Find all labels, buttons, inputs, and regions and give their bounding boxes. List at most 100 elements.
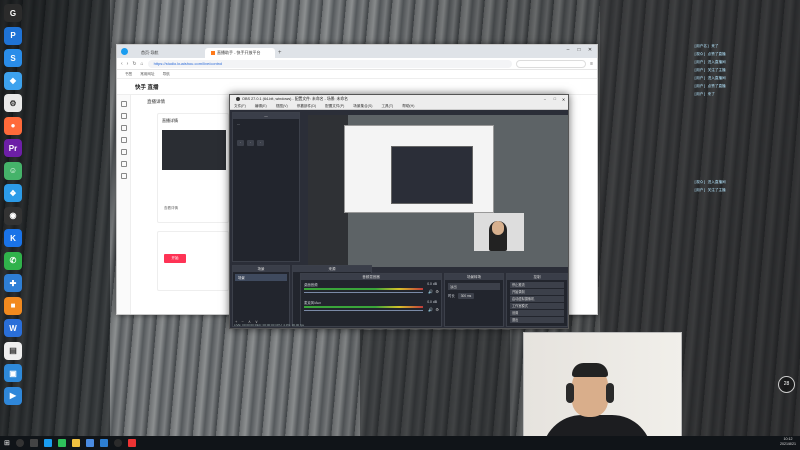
desktop-app-icon[interactable]: ✆ [4, 251, 22, 270]
page-sidebar [117, 95, 131, 314]
desktop-app-icon[interactable]: Pr [4, 139, 22, 157]
transition-select[interactable]: 淡出 [448, 283, 500, 290]
taskview-icon[interactable] [29, 439, 38, 447]
sidebar-home-icon[interactable] [120, 101, 127, 107]
desktop-app-icon[interactable]: ▣ [4, 364, 22, 382]
card-link[interactable]: 查看详情 [164, 206, 178, 211]
nested-obs-window [391, 146, 473, 204]
scene-item[interactable]: 场景 [235, 274, 287, 281]
obs-menubar: 文件(F) 编辑(E) 视图(V) 停靠部件(D) 配置文件(P) 场景集合(S… [230, 103, 568, 110]
desktop-app-icon[interactable]: P [4, 26, 22, 45]
tab-favicon-icon [211, 51, 215, 55]
obs-preview-canvas[interactable] [308, 115, 568, 267]
menu-view[interactable]: 视图(V) [276, 104, 288, 109]
desktop-app-icon[interactable]: ▤ [4, 341, 22, 360]
desktop-app-icon[interactable]: ❖ [4, 184, 22, 202]
obs-taskbar-icon[interactable] [113, 439, 122, 447]
preview-rock-shadow [308, 115, 348, 267]
menu-tools[interactable]: 工具(T) [381, 104, 393, 109]
dock-button[interactable]: · [257, 140, 265, 146]
desktop-app-icon[interactable]: ⚙ [4, 94, 22, 112]
browser-tab-active[interactable]: 直播助手 - 快手开放平台 [205, 48, 275, 58]
mute-icon[interactable]: 🔊 [428, 307, 433, 312]
menu-profile[interactable]: 配置文件(P) [325, 104, 344, 109]
bookmark-item[interactable]: 书签 [125, 72, 132, 77]
transitions-panel: 场景转场 淡出 时长 300 ms [444, 273, 504, 327]
duration-input[interactable]: 300 ms [457, 293, 475, 299]
track-name: 桌面音频 [304, 283, 318, 287]
track-settings-icon[interactable]: ⚙ [435, 307, 439, 312]
obs-control-button[interactable]: 停止推流 [510, 282, 564, 288]
sidebar-settings-icon[interactable] [120, 173, 127, 179]
folder-taskbar-icon[interactable] [71, 439, 80, 447]
headphones-icon [566, 383, 574, 403]
system-tray-clock[interactable]: 10:12 2021/8/21 [780, 437, 796, 447]
obs-control-button[interactable]: 启动虚拟摄像机 [510, 296, 564, 302]
obs-control-button[interactable]: 开始录制 [510, 289, 564, 295]
sidebar-video-icon[interactable] [120, 125, 127, 131]
sidebar-data-icon[interactable] [120, 137, 127, 143]
dock-button[interactable]: · [237, 140, 245, 146]
menu-scene-collection[interactable]: 场景集合(S) [353, 104, 372, 109]
menu-file[interactable]: 文件(F) [234, 104, 246, 109]
url-input[interactable]: https://studio.kuaishou.com/live/control [147, 59, 513, 68]
chat-line: [用户] 进入直播间 [694, 76, 726, 80]
track-settings-icon[interactable]: ⚙ [435, 289, 439, 294]
minimize-button[interactable]: – [563, 47, 573, 53]
wechat-taskbar-icon[interactable] [57, 439, 66, 447]
menu-icon[interactable]: ≡ [590, 61, 593, 67]
search-icon[interactable] [15, 439, 24, 447]
app-taskbar-icon[interactable] [99, 439, 108, 447]
home-icon[interactable]: ⌂ [141, 61, 144, 67]
sidebar-shop-icon[interactable] [120, 149, 127, 155]
start-live-button[interactable]: 开始 [164, 254, 186, 263]
search-input[interactable] [516, 59, 587, 68]
obs-minimize-button[interactable]: – [544, 97, 546, 101]
app-taskbar-icon[interactable] [127, 439, 136, 447]
desktop-app-icon[interactable]: K [4, 229, 22, 247]
chat-line: [观众] 进入直播间 [694, 180, 726, 184]
obs-control-button[interactable]: 设置 [510, 310, 564, 316]
desktop-app-icon[interactable]: ◆ [4, 71, 22, 90]
forward-icon[interactable]: › [127, 61, 129, 67]
desktop-app-icon[interactable]: ◉ [4, 206, 22, 225]
close-button[interactable]: ✕ [585, 47, 595, 53]
menu-help[interactable]: 帮助(H) [402, 104, 414, 109]
sidebar-live-icon[interactable] [120, 113, 127, 119]
mute-icon[interactable]: 🔊 [428, 289, 433, 294]
obs-close-button[interactable]: ✕ [562, 97, 565, 102]
desktop-app-icon[interactable]: ■ [4, 296, 22, 315]
desktop-app-icon[interactable]: ● [4, 116, 22, 135]
start-icon[interactable]: ⊞ [4, 439, 10, 447]
sidebar-fans-icon[interactable] [120, 161, 127, 167]
new-tab-button[interactable]: + [278, 48, 282, 58]
app-taskbar-icon[interactable] [85, 439, 94, 447]
browser-tab[interactable]: 首页·导航 [135, 48, 205, 58]
desktop-app-icon[interactable]: ✚ [4, 274, 22, 292]
desktop-app-icon[interactable]: W [4, 319, 22, 337]
menu-docks[interactable]: 停靠部件(D) [297, 104, 316, 109]
desktop-app-icon[interactable]: S [4, 49, 22, 67]
menu-edit[interactable]: 编辑(E) [255, 104, 267, 109]
desktop-app-icon[interactable]: G [4, 4, 22, 22]
obs-control-button[interactable]: 退出 [510, 317, 564, 323]
obs-title: OBS 27.0.1 (64-bit, windows) - 配置文件: 未命名… [242, 96, 348, 101]
dock-button[interactable]: · [247, 140, 255, 146]
back-icon[interactable]: ‹ [121, 61, 123, 67]
browser-taskbar-icon[interactable] [43, 439, 52, 447]
dock-text: ··· [237, 123, 241, 127]
bookmark-item[interactable]: 常用网址 [140, 72, 154, 77]
clock-date: 2021/8/21 [780, 442, 796, 446]
refresh-icon[interactable]: ↻ [132, 61, 136, 67]
desktop-app-icon[interactable]: ☺ [4, 161, 22, 180]
audio-mixer-panel: 音频混音器 桌面音频 0.0 dB 🔊 ⚙ 麦克风/Aux 0.0 dB 🔊 ⚙ [300, 273, 442, 327]
desktop-app-icon[interactable]: ▶ [4, 386, 22, 405]
obs-control-button[interactable]: 工作室模式 [510, 303, 564, 309]
volume-slider[interactable] [304, 292, 423, 293]
bookmark-item[interactable]: 导航 [163, 72, 170, 77]
volume-slider[interactable] [304, 310, 423, 311]
obs-maximize-button[interactable]: □ [554, 97, 556, 101]
dock-buttons: · · · [237, 140, 295, 146]
tab-label: 首页·导航 [141, 50, 159, 55]
maximize-button[interactable]: □ [574, 47, 584, 53]
